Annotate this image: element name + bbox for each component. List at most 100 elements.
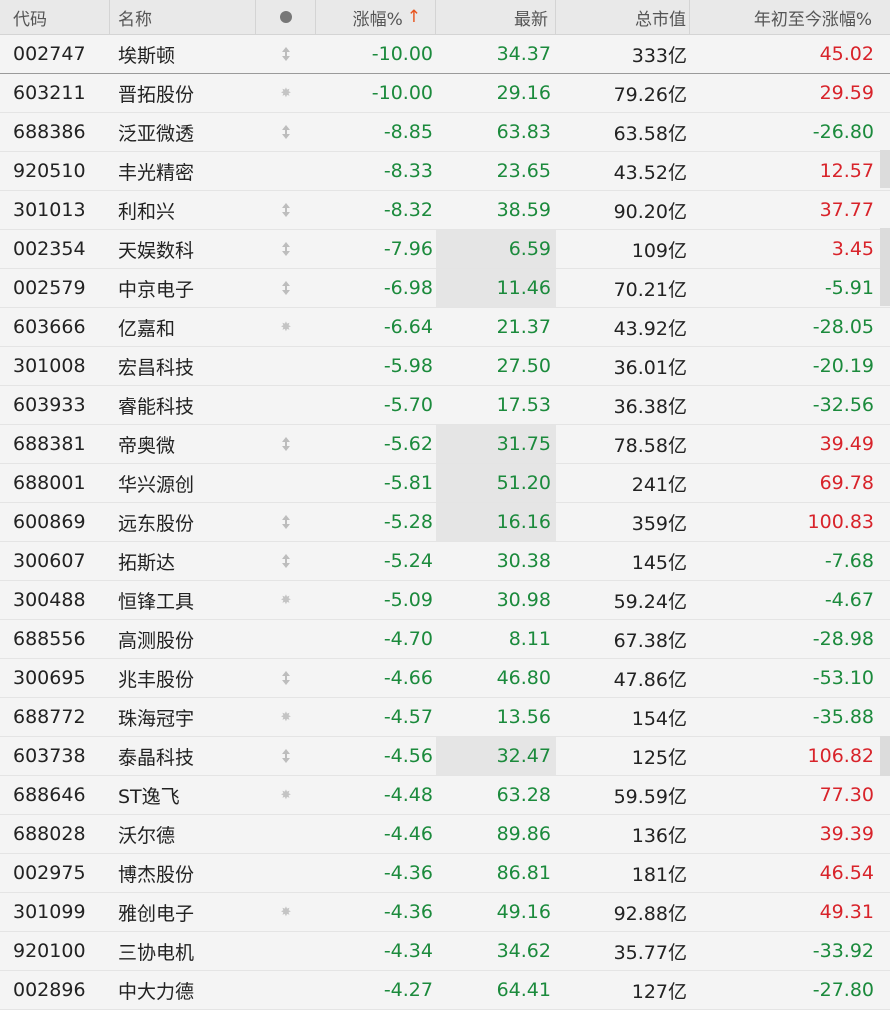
up-down-arrow-icon xyxy=(281,554,291,568)
stock-mark xyxy=(256,230,316,268)
up-down-arrow-icon xyxy=(281,749,291,763)
table-row[interactable]: 002747 埃斯顿 -10.00 34.37 333亿 45.02 xyxy=(0,35,890,74)
pct-change: -5.24 xyxy=(383,550,433,572)
table-row[interactable]: 002354 天娱数科 -7.96 6.59 109亿 3.45 xyxy=(0,230,890,269)
col-header-name[interactable]: 名称 xyxy=(110,0,256,34)
stock-name: 天娱数科 xyxy=(118,239,195,262)
table-row[interactable]: 920510 丰光精密 -8.33 23.65 43.52亿 12.57 xyxy=(0,152,890,191)
stock-code: 301099 xyxy=(13,901,86,923)
table-row[interactable]: 301008 宏昌科技 -5.98 27.50 36.01亿 -20.19 xyxy=(0,347,890,386)
ytd-change: 100.83 xyxy=(807,511,874,533)
market-cap: 92.88亿 xyxy=(613,902,687,925)
market-cap: 36.01亿 xyxy=(613,356,687,379)
stock-mark xyxy=(256,659,316,697)
ytd-change: 49.31 xyxy=(819,901,874,923)
last-price: 63.83 xyxy=(496,121,551,143)
last-price: 23.65 xyxy=(496,160,551,182)
col-header-cap-label: 总市值 xyxy=(635,9,686,30)
stock-mark: ✸ xyxy=(256,698,316,736)
up-down-arrow-icon xyxy=(281,515,291,529)
table-row[interactable]: 688772 珠海冠宇 ✸ -4.57 13.56 154亿 -35.88 xyxy=(0,698,890,737)
pct-change: -5.70 xyxy=(383,394,433,416)
table-row[interactable]: 603738 泰晶科技 -4.56 32.47 125亿 106.82 xyxy=(0,737,890,776)
col-header-pct[interactable]: 涨幅% ↑ xyxy=(316,0,436,34)
stock-mark xyxy=(256,425,316,463)
market-cap: 59.59亿 xyxy=(613,785,687,808)
table-row[interactable]: 600869 远东股份 -5.28 16.16 359亿 100.83 xyxy=(0,503,890,542)
star-icon: ✸ xyxy=(280,592,292,608)
market-cap: 241亿 xyxy=(631,473,687,496)
scrollbar-thumb-3[interactable] xyxy=(880,736,890,776)
ytd-change: 46.54 xyxy=(819,862,874,884)
ytd-change: -28.05 xyxy=(812,316,874,338)
table-row[interactable]: 300488 恒锋工具 ✸ -5.09 30.98 59.24亿 -4.67 xyxy=(0,581,890,620)
table-row[interactable]: 300607 拓斯达 -5.24 30.38 145亿 -7.68 xyxy=(0,542,890,581)
table-row[interactable]: 688001 华兴源创 -5.81 51.20 241亿 69.78 xyxy=(0,464,890,503)
col-header-code[interactable]: 代码 xyxy=(0,0,110,34)
stock-code: 301013 xyxy=(13,199,86,221)
table-row[interactable]: 688386 泛亚微透 -8.85 63.83 63.58亿 -26.80 xyxy=(0,113,890,152)
stock-code: 920100 xyxy=(13,940,86,962)
stock-code: 688646 xyxy=(13,784,86,806)
table-row[interactable]: 688028 沃尔德 -4.46 89.86 136亿 39.39 xyxy=(0,815,890,854)
col-header-code-label: 代码 xyxy=(13,9,47,30)
scrollbar-thumb-1[interactable] xyxy=(880,150,890,188)
table-row[interactable]: 603211 晋拓股份 ✸ -10.00 29.16 79.26亿 29.59 xyxy=(0,74,890,113)
table-row[interactable]: 002579 中京电子 -6.98 11.46 70.21亿 -5.91 xyxy=(0,269,890,308)
col-header-mark[interactable] xyxy=(256,0,316,34)
stock-mark xyxy=(256,932,316,970)
table-row[interactable]: 603666 亿嘉和 ✸ -6.64 21.37 43.92亿 -28.05 xyxy=(0,308,890,347)
stock-code: 920510 xyxy=(13,160,86,182)
stock-mark: ✸ xyxy=(256,581,316,619)
table-row[interactable]: 603933 睿能科技 -5.70 17.53 36.38亿 -32.56 xyxy=(0,386,890,425)
table-row[interactable]: 688556 高测股份 -4.70 8.11 67.38亿 -28.98 xyxy=(0,620,890,659)
market-cap: 70.21亿 xyxy=(613,278,687,301)
ytd-change: 39.39 xyxy=(819,823,874,845)
table-row[interactable]: 301099 雅创电子 ✸ -4.36 49.16 92.88亿 49.31 xyxy=(0,893,890,932)
pct-change: -8.33 xyxy=(383,160,433,182)
stock-mark xyxy=(256,35,316,73)
stock-table: 代码 名称 涨幅% ↑ 最新 总市值 年初至今涨幅% 002747 埃斯顿 -10.… xyxy=(0,0,890,1010)
up-down-arrow-icon xyxy=(281,281,291,295)
col-header-cap[interactable]: 总市值 xyxy=(556,0,690,34)
star-icon: ✸ xyxy=(280,85,292,101)
stock-name: 晋拓股份 xyxy=(118,83,195,106)
table-row[interactable]: 301013 利和兴 -8.32 38.59 90.20亿 37.77 xyxy=(0,191,890,230)
stock-code: 603211 xyxy=(13,82,86,104)
scrollbar-thumb-2[interactable] xyxy=(880,228,890,306)
market-cap: 136亿 xyxy=(631,824,687,847)
ytd-change: -26.80 xyxy=(812,121,874,143)
last-price: 17.53 xyxy=(496,394,551,416)
pct-change: -8.85 xyxy=(383,121,433,143)
stock-code: 688556 xyxy=(13,628,86,650)
stock-code: 002354 xyxy=(13,238,86,260)
market-cap: 90.20亿 xyxy=(613,200,687,223)
table-row[interactable]: 300695 兆丰股份 -4.66 46.80 47.86亿 -53.10 xyxy=(0,659,890,698)
ytd-change: 29.59 xyxy=(819,82,874,104)
pct-change: -5.81 xyxy=(383,472,433,494)
table-row[interactable]: 688646 ST逸飞 ✸ -4.48 63.28 59.59亿 77.30 xyxy=(0,776,890,815)
table-row[interactable]: 002896 中大力德 -4.27 64.41 127亿 -27.80 xyxy=(0,971,890,1010)
col-header-last[interactable]: 最新 xyxy=(436,0,556,34)
stock-code: 603666 xyxy=(13,316,86,338)
market-cap: 145亿 xyxy=(631,551,687,574)
stock-name: 埃斯顿 xyxy=(118,44,176,67)
pct-change: -4.70 xyxy=(383,628,433,650)
market-cap: 36.38亿 xyxy=(613,395,687,418)
table-row[interactable]: 920100 三协电机 -4.34 34.62 35.77亿 -33.92 xyxy=(0,932,890,971)
last-price: 34.37 xyxy=(496,43,551,65)
market-cap: 43.52亿 xyxy=(613,161,687,184)
pct-change: -8.32 xyxy=(383,199,433,221)
last-price: 31.75 xyxy=(436,425,556,463)
market-cap: 63.58亿 xyxy=(613,122,687,145)
table-row[interactable]: 002975 博杰股份 -4.36 86.81 181亿 46.54 xyxy=(0,854,890,893)
stock-mark xyxy=(256,113,316,151)
table-row[interactable]: 688381 帝奥微 -5.62 31.75 78.58亿 39.49 xyxy=(0,425,890,464)
last-price: 30.38 xyxy=(496,550,551,572)
stock-name: 兆丰股份 xyxy=(118,668,195,691)
up-down-arrow-icon xyxy=(281,671,291,685)
last-price: 32.47 xyxy=(436,737,556,775)
pct-change: -4.36 xyxy=(383,901,433,923)
stock-code: 002975 xyxy=(13,862,86,884)
col-header-ytd[interactable]: 年初至今涨幅% xyxy=(690,0,890,34)
